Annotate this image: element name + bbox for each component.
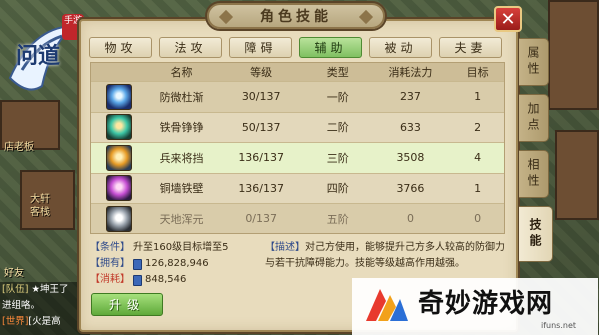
header-target: 目标 <box>466 66 489 79</box>
tab-magic-attack[interactable]: 法攻 <box>159 37 222 58</box>
chat-text: ★坤王了 <box>28 284 69 295</box>
owned-line: 【拥有】 126,828,946 <box>90 256 260 272</box>
skill-name: 防微杜渐 <box>159 90 204 104</box>
tab-couple[interactable]: 夫妻 <box>439 37 502 58</box>
skill-type: 一阶 <box>326 90 349 104</box>
skill-table: 名称 等级 类型 消耗法力 目标 防微杜渐 30/137 一阶 237 1 铁骨… <box>90 62 505 234</box>
skill-type: 五阶 <box>326 212 349 226</box>
npc-sub-label: 客栈 <box>30 207 50 218</box>
skill-mana-cost: 0 <box>406 212 414 226</box>
skill-target: 2 <box>474 120 482 134</box>
consume-value: 848,546 <box>145 274 187 285</box>
title-ornament-icon <box>218 9 234 25</box>
skill-requirements: 【条件】 升至160级目标增至5 【拥有】 126,828,946 【消耗】 8… <box>90 240 260 288</box>
header-level: 等级 <box>250 66 273 79</box>
tab-support[interactable]: 辅助 <box>299 37 362 58</box>
header-name: 名称 <box>170 66 193 79</box>
skill-name: 铁骨铮铮 <box>159 121 204 135</box>
skill-level: 0/137 <box>245 212 278 226</box>
building-roof <box>548 0 599 110</box>
skill-target: 1 <box>474 181 482 195</box>
skill-level: 30/137 <box>241 90 281 104</box>
panel-title: 角色技能 <box>260 9 332 25</box>
skill-level: 136/137 <box>238 181 285 195</box>
watermark-url: ifuns.net <box>541 321 577 330</box>
header-type: 类型 <box>326 66 349 79</box>
upgrade-button[interactable]: 升级 <box>91 293 163 316</box>
skill-book-icon <box>133 258 142 270</box>
chat-channel: [世界] <box>2 316 29 327</box>
tab-obstacle[interactable]: 障碍 <box>229 37 292 58</box>
friend-button[interactable]: 好友 <box>4 264 24 279</box>
panel-title-plate: 角色技能 <box>207 3 385 29</box>
copper-wall-icon[interactable] <box>105 175 132 202</box>
chat-channel: [队伍] <box>2 284 29 295</box>
skill-type: 三阶 <box>326 151 349 165</box>
owned-value: 126,828,946 <box>145 258 209 269</box>
skill-category-tabs: 物攻 法攻 障碍 辅助 被动 夫妻 <box>89 37 507 59</box>
skill-mana-cost: 633 <box>399 120 421 134</box>
skill-mana-cost: 237 <box>399 90 421 104</box>
skill-level: 50/137 <box>241 120 281 134</box>
iron-bone-icon[interactable] <box>105 114 132 141</box>
condition-label: 【条件】 <box>90 242 130 253</box>
chat-line: [队伍] ★坤王了 <box>0 282 90 298</box>
table-row[interactable]: 防微杜渐 30/137 一阶 237 1 <box>91 81 504 112</box>
chat-text: [火是高 <box>28 316 61 327</box>
condition-text: 升至160级目标增至5 <box>133 242 229 253</box>
skill-mana-cost: 3766 <box>396 181 425 195</box>
side-tab-attributes[interactable]: 属性 <box>519 38 549 86</box>
skill-target: 1 <box>474 90 482 104</box>
owned-label: 【拥有】 <box>90 258 130 269</box>
logo-text: 问道 <box>16 43 61 69</box>
skill-name: 天地浑元 <box>159 212 204 226</box>
skill-mana-cost: 3508 <box>396 151 425 165</box>
header-mana-cost: 消耗法力 <box>388 66 433 79</box>
skill-target: 4 <box>474 151 482 165</box>
title-ornament-icon <box>358 9 374 25</box>
skill-type: 二阶 <box>326 121 349 135</box>
chat-box[interactable]: [队伍] ★坤王了 进组咯。 [世界][火是高 <box>0 282 90 335</box>
table-header: 名称 等级 类型 消耗法力 目标 <box>91 63 504 81</box>
tab-passive[interactable]: 被动 <box>369 37 432 58</box>
skill-name: 铜墙铁壁 <box>159 182 204 196</box>
chat-text: 进组咯。 <box>2 300 41 311</box>
tab-physical-attack[interactable]: 物攻 <box>89 37 152 58</box>
side-tab-affinity[interactable]: 相性 <box>519 150 549 198</box>
watermark-logo-icon <box>366 289 408 321</box>
building-roof <box>555 130 599 220</box>
side-tab-points[interactable]: 加点 <box>519 94 549 142</box>
close-button[interactable]: ✕ <box>494 6 522 32</box>
chat-line: [世界][火是高 <box>0 314 90 330</box>
watermark-text: 奇妙游戏网 <box>418 289 554 319</box>
chat-line: 进组咯。 <box>0 298 90 314</box>
side-tab-skills[interactable]: 技能 <box>519 206 553 262</box>
shield-spirit-icon[interactable] <box>105 83 132 110</box>
skill-target: 0 <box>474 212 482 226</box>
skill-type: 四阶 <box>326 182 349 196</box>
condition-line: 【条件】 升至160级目标增至5 <box>90 240 260 256</box>
table-row[interactable]: 铁骨铮铮 50/137 二阶 633 2 <box>91 111 504 142</box>
side-tabs: 属性 加点 相性 技能 <box>519 38 553 278</box>
shop-npc-label[interactable]: 店老板 <box>4 138 34 153</box>
water-earth-icon[interactable] <box>105 144 132 171</box>
table-row-locked[interactable]: 天地浑元 0/137 五阶 0 0 <box>91 203 504 234</box>
consume-label: 【消耗】 <box>90 274 130 285</box>
skill-description: 【描述】对己方使用，能够提升己方多人较高的防御力与若干抗障碍能力。技能等级越高作… <box>265 240 505 272</box>
description-label: 【描述】 <box>265 242 305 253</box>
close-icon: ✕ <box>500 8 516 30</box>
table-row-selected[interactable]: 兵来将挡 136/137 三阶 3508 4 <box>91 142 504 173</box>
consume-line: 【消耗】 848,546 <box>90 272 260 288</box>
heaven-earth-icon[interactable] <box>105 205 132 232</box>
skill-book-icon <box>133 274 142 286</box>
table-row[interactable]: 铜墙铁壁 136/137 四阶 3766 1 <box>91 172 504 203</box>
skill-level: 136/137 <box>238 151 285 165</box>
skill-name: 兵来将挡 <box>159 151 204 165</box>
